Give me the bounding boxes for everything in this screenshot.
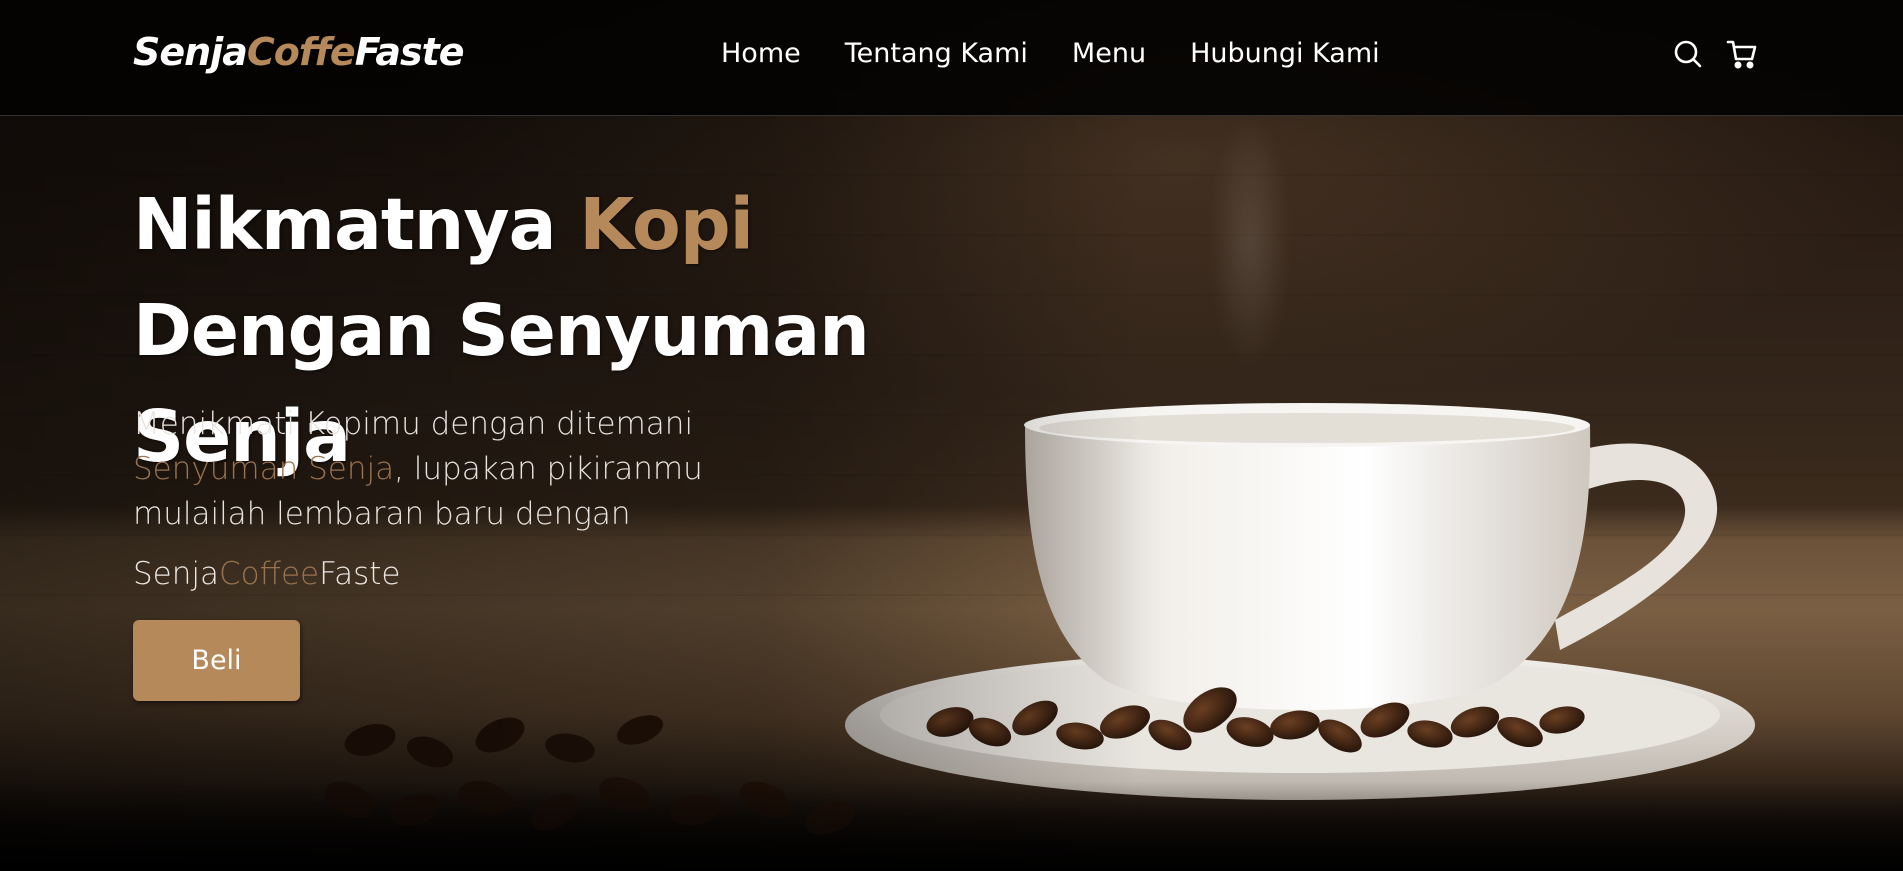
logo-part-faste: Faste	[354, 30, 465, 74]
nav-icons	[1672, 38, 1758, 70]
hero-brand-coffee: Coffee	[219, 556, 320, 592]
nav-menu: Home Tentang Kami Menu Hubungi Kami	[721, 38, 1424, 69]
shopping-cart-icon[interactable]	[1726, 38, 1758, 70]
search-icon[interactable]	[1672, 38, 1704, 70]
hero-brand-senja: Senja	[133, 556, 220, 592]
hero-brand-faste: Faste	[319, 556, 401, 592]
navbar: SenjaCoffeFaste Home Tentang Kami Menu H…	[0, 0, 1903, 116]
hero-bottom-gradient	[0, 781, 1903, 871]
page: SenjaCoffeFaste Home Tentang Kami Menu H…	[0, 0, 1903, 871]
hero-brand: SenjaCoffeeFaste	[133, 556, 401, 592]
nav-link-home[interactable]: Home	[721, 38, 801, 69]
nav-link-menu[interactable]: Menu	[1072, 38, 1146, 69]
hero-description-line1: Menikmati Kopimu dengan ditemani	[133, 406, 694, 442]
hero-description: Menikmati Kopimu dengan ditemani Senyuma…	[133, 402, 753, 537]
hero-title-part1: Nikmatnya	[133, 183, 580, 266]
logo[interactable]: SenjaCoffeFaste	[133, 30, 465, 74]
nav-link-hubungi-kami[interactable]: Hubungi Kami	[1190, 38, 1380, 69]
buy-button[interactable]: Beli	[133, 620, 300, 701]
hero-description-accent: Senyuman Senja	[133, 451, 395, 487]
logo-part-senja: Senja	[133, 30, 248, 74]
logo-part-coffe: Coffe	[246, 30, 356, 74]
hero-title-accent: Kopi	[579, 183, 754, 266]
nav-link-tentang-kami[interactable]: Tentang Kami	[845, 38, 1028, 69]
